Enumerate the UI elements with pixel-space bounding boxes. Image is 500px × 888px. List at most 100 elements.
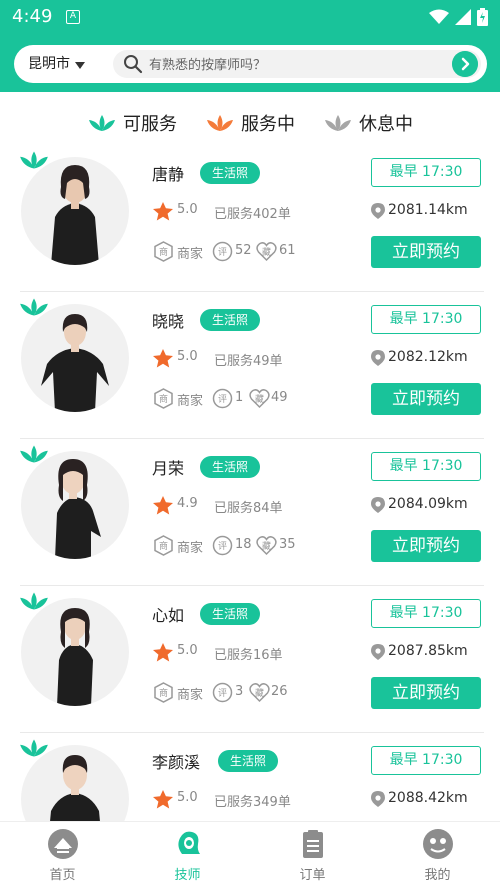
svg-text:商: 商 [159, 393, 168, 405]
therapist-name: 李颜溪 [152, 753, 201, 772]
avatar[interactable] [21, 304, 129, 412]
served-count: 已服务349单 [214, 795, 291, 810]
location-pin-icon [371, 791, 385, 807]
therapist-list[interactable]: 唐静 生活照 5.0 已服务402单 商 商家 评 52 藏 61 最早 17:… [0, 145, 500, 821]
location-pin-icon [371, 350, 385, 366]
distance: 2084.09km [388, 496, 468, 512]
lotus-gray-icon [325, 115, 351, 131]
heart-icon: 藏 [256, 536, 277, 556]
avatar[interactable] [21, 598, 129, 706]
location-pin-icon [371, 497, 385, 513]
svg-text:商: 商 [159, 687, 168, 699]
book-now-button[interactable]: 立即预约 [371, 677, 481, 709]
shop-icon: 商 [154, 535, 173, 556]
favorite-count: 49 [271, 390, 288, 405]
book-now-button[interactable]: 立即预约 [371, 236, 481, 268]
favorite-count: 26 [271, 684, 288, 699]
star-icon [153, 202, 173, 221]
home-icon [47, 829, 78, 859]
tab-orders[interactable]: 订单 [250, 822, 375, 888]
distance: 2088.42km [388, 790, 468, 806]
legend-resting: 休息中 [323, 110, 413, 136]
svg-text:商: 商 [159, 246, 168, 258]
legend-label: 休息中 [359, 114, 413, 135]
status-legend: 可服务 服务中 休息中 [0, 104, 500, 142]
served-count: 已服务84单 [214, 501, 283, 516]
favorite-count: 35 [279, 537, 296, 552]
avatar[interactable] [21, 451, 129, 559]
search-input[interactable] [149, 50, 429, 78]
heart-icon: 藏 [249, 389, 270, 409]
legend-in-service: 服务中 [205, 110, 295, 136]
status-time: 4:49 [12, 6, 53, 27]
avatar[interactable] [21, 157, 129, 265]
therapist-card[interactable]: 唐静 生活照 5.0 已服务402单 商 商家 评 52 藏 61 最早 17:… [0, 145, 500, 292]
status-icons [429, 8, 488, 26]
rating: 5.0 [177, 202, 198, 217]
svg-text:评: 评 [218, 247, 227, 258]
rating: 5.0 [177, 643, 198, 658]
svg-text:藏: 藏 [262, 246, 271, 258]
tab-label: 技师 [174, 868, 201, 883]
therapist-name: 月荣 [152, 459, 185, 478]
heart-icon: 藏 [249, 683, 270, 703]
heart-icon: 藏 [256, 242, 277, 262]
earliest-time-button[interactable]: 最早 17:30 [371, 599, 481, 628]
tab-label: 订单 [299, 868, 326, 883]
search-icon [124, 55, 143, 74]
favorite-count: 61 [279, 243, 296, 258]
tab-profile[interactable]: 我的 [375, 822, 500, 888]
search-bar: 昆明市 [14, 45, 487, 83]
book-now-button[interactable]: 立即预约 [371, 383, 481, 415]
city-select[interactable]: 昆明市 [28, 45, 85, 83]
legend-label: 服务中 [241, 114, 295, 135]
therapist-name: 唐静 [152, 165, 185, 184]
tab-label: 我的 [424, 868, 451, 883]
earliest-time-button[interactable]: 最早 17:30 [371, 746, 481, 775]
shop-label: 商家 [177, 247, 204, 262]
legend-label: 可服务 [123, 114, 177, 135]
tab-technician[interactable]: 技师 [125, 822, 250, 888]
shop-icon: 商 [154, 388, 173, 409]
review-count: 1 [235, 390, 244, 405]
svg-text:藏: 藏 [262, 540, 271, 552]
rating: 5.0 [177, 790, 198, 805]
status-bar: 4:49 A [0, 0, 500, 34]
book-now-button[interactable]: 立即预约 [371, 530, 481, 562]
therapist-card[interactable]: 月荣 生活照 4.9 已服务84单 商 商家 评 18 藏 35 最早 17:3… [0, 439, 500, 586]
svg-text:评: 评 [218, 541, 227, 552]
search-go-button[interactable] [452, 51, 478, 77]
therapist-card[interactable]: 晓晓 生活照 5.0 已服务49单 商 商家 评 1 藏 49 最早 17:30… [0, 292, 500, 439]
lotus-orange-icon [207, 115, 233, 131]
earliest-time-button[interactable]: 最早 17:30 [371, 158, 481, 187]
bottom-tab-bar: 首页 技师 订单 我的 [0, 821, 500, 888]
life-photo-tag[interactable]: 生活照 [218, 750, 279, 772]
therapist-card[interactable]: 李颜溪 生活照 5.0 已服务349单 最早 17:30 2088.42km [0, 733, 500, 821]
earliest-time-button[interactable]: 最早 17:30 [371, 452, 481, 481]
therapist-card[interactable]: 心如 生活照 5.0 已服务16单 商 商家 评 3 藏 26 最早 17:30… [0, 586, 500, 733]
review-count: 18 [235, 537, 252, 552]
review-count: 52 [235, 243, 252, 258]
rating: 5.0 [177, 349, 198, 364]
therapist-name: 心如 [152, 606, 185, 625]
caret-down-icon [75, 61, 85, 69]
life-photo-tag[interactable]: 生活照 [200, 456, 261, 478]
distance: 2087.85km [388, 643, 468, 659]
star-icon [153, 496, 173, 515]
review-icon: 评 [212, 241, 233, 262]
tab-home[interactable]: 首页 [0, 822, 125, 888]
earliest-time-button[interactable]: 最早 17:30 [371, 305, 481, 334]
life-photo-tag[interactable]: 生活照 [200, 309, 261, 331]
tab-label: 首页 [49, 868, 76, 883]
star-icon [153, 349, 173, 368]
order-icon [302, 830, 323, 858]
svg-text:商: 商 [159, 540, 168, 552]
review-count: 3 [235, 684, 244, 699]
technician-icon [177, 831, 200, 854]
location-pin-icon [371, 644, 385, 660]
shop-icon: 商 [154, 682, 173, 703]
life-photo-tag[interactable]: 生活照 [200, 162, 261, 184]
review-icon: 评 [212, 682, 233, 703]
distance: 2082.12km [388, 349, 468, 365]
life-photo-tag[interactable]: 生活照 [200, 603, 261, 625]
